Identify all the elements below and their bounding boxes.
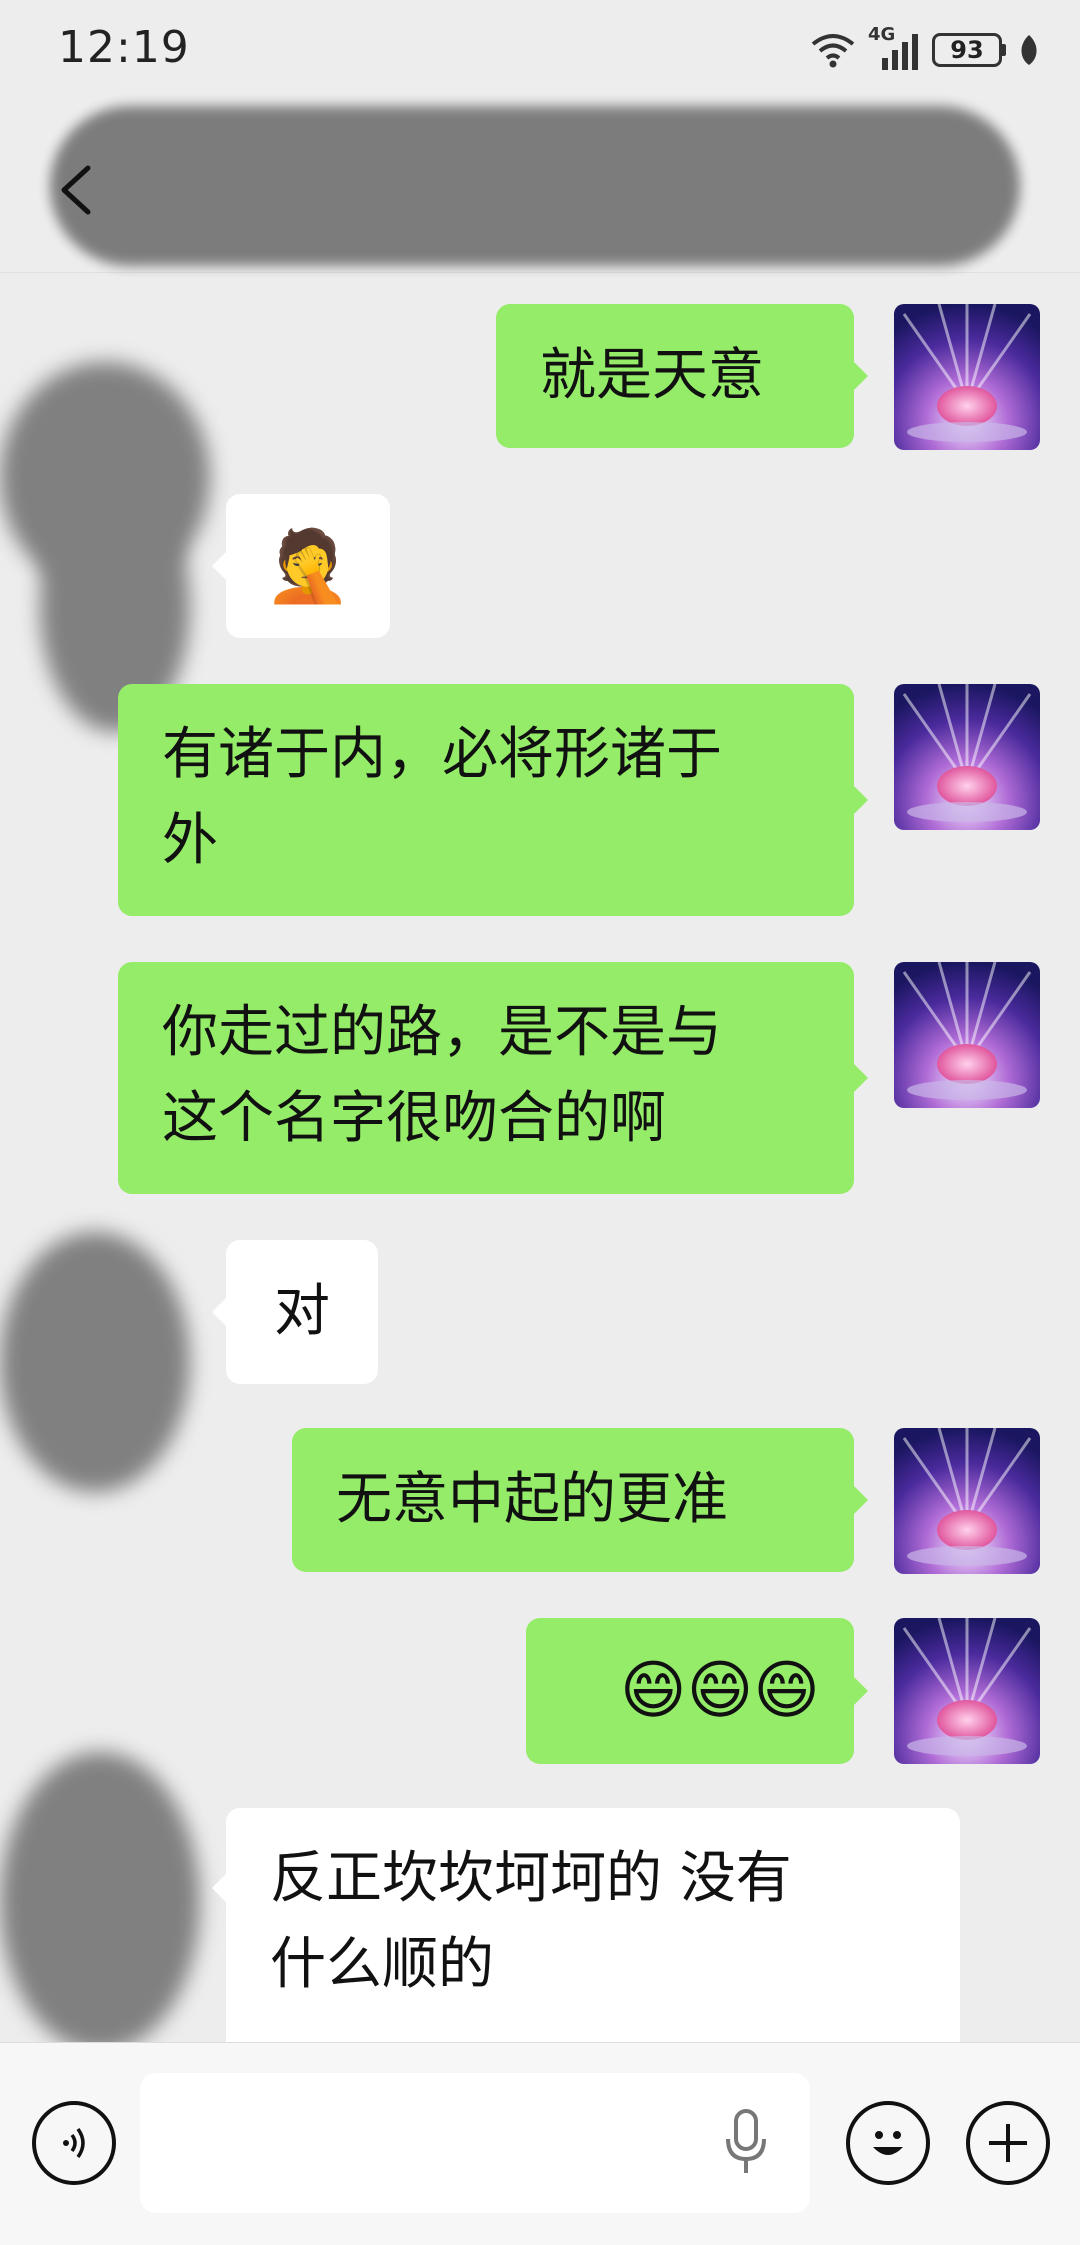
emoji-icon[interactable] [846,2101,930,2185]
plus-icon[interactable] [966,2101,1050,2185]
facepalm-emoji: 🤦 [264,525,352,607]
wifi-icon [811,34,855,68]
bubble-tail [852,360,868,392]
redacted-chat-title [50,106,1020,266]
microphone-icon[interactable] [722,2109,770,2177]
avatar-self[interactable] [894,684,1040,830]
bubble-tail [852,1062,868,1094]
signal-bars-icon [882,34,918,70]
clock: 12:19 [58,22,190,73]
message-line: 这个名字很吻合的啊 [162,1086,666,1151]
message-bubble-incoming[interactable]: 反正坎坎坷坷的 没有 什么顺的 [212,1808,960,2042]
message-line: 有诸于内，必将形诸于 [162,722,722,787]
bubble-tail [852,1675,868,1707]
status-icons: 4G 93 [810,24,1040,72]
avatar-self[interactable] [894,1618,1040,1764]
message-line: 你走过的路，是不是与 [162,1000,722,1065]
message-text: 无意中起的更准 [336,1467,728,1532]
message-bubble-incoming[interactable]: 🤦 [212,494,390,638]
input-bar [0,2042,1080,2245]
message-bubble-outgoing[interactable]: 无意中起的更准 [292,1428,868,1572]
message-bubble-outgoing[interactable]: 你走过的路，是不是与 这个名字很吻合的啊 [118,962,868,1194]
message-bubble-outgoing[interactable]: 有诸于内，必将形诸于 外 [118,684,868,916]
avatar-self[interactable] [894,304,1040,450]
redacted-avatar [0,1232,190,1492]
battery-tip [1002,44,1006,56]
message-list[interactable]: 就是天意 🤦 有诸于内，必将形诸于 外 你走过的路，是不是与 这个名字很吻合的啊… [0,272,1080,2052]
avatar-self[interactable] [894,962,1040,1108]
bubble-tail [212,1872,228,1904]
chevron-left-icon[interactable] [50,160,110,220]
battery-level: 93 [932,33,1002,67]
redacted-avatar [0,1752,200,2052]
message-line: 反正坎坎坷坷的 没有 [270,1846,792,1911]
message-line: 外 [162,808,218,873]
bubble-tail [212,550,228,582]
bubble-tail [852,784,868,816]
message-text: 对 [274,1279,330,1344]
chat-header [0,100,1080,273]
voice-toggle-icon[interactable] [32,2101,116,2185]
message-bubble-outgoing[interactable]: 就是天意 [496,304,868,448]
bubble-tail [212,1296,228,1328]
bubble-tail [852,1484,868,1516]
battery-indicator: 93 [932,33,1006,67]
message-input[interactable] [140,2073,810,2213]
message-line: 什么顺的 [270,1932,494,1997]
message-bubble-incoming[interactable]: 对 [212,1240,378,1384]
leaf-icon [1021,35,1037,65]
message-text: 就是天意 [540,343,764,408]
avatar-self[interactable] [894,1428,1040,1574]
status-bar: 12:19 4G 93 [0,0,1080,100]
message-bubble-outgoing[interactable]: 😄😄😄 [526,1618,868,1764]
cellular-signal: 4G [868,24,920,72]
grin-emoji-x3: 😄😄😄 [619,1654,820,1728]
